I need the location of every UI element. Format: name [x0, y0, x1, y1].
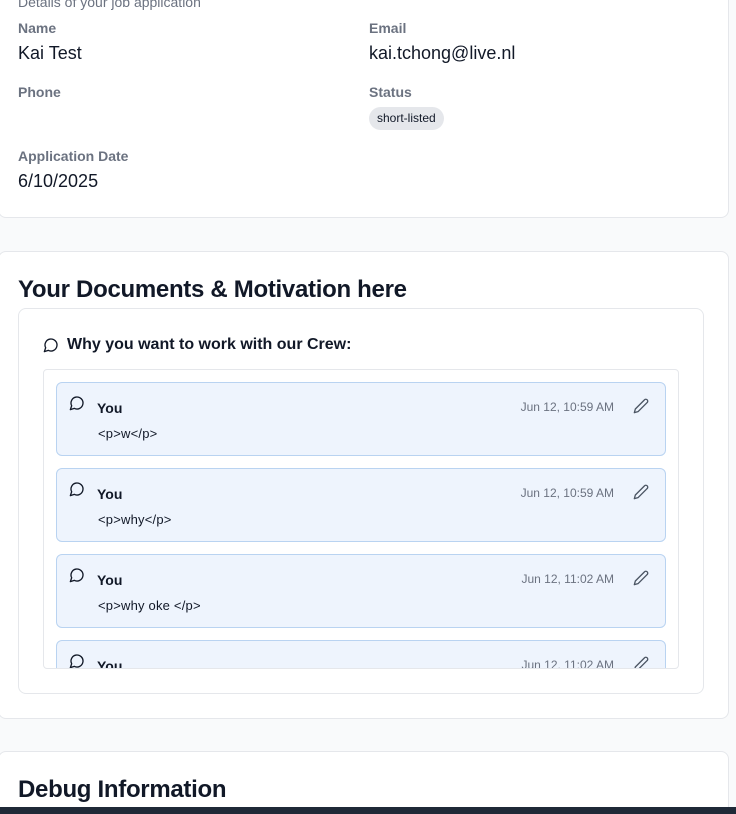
application-details-card — [0, 0, 729, 218]
comment-timestamp: Jun 12, 10:59 AM — [520, 486, 614, 500]
comment-item: You Jun 12, 11:02 AM <p>why oke </p> — [56, 554, 666, 628]
details-subtitle: Details of your job application — [18, 0, 201, 10]
message-circle-icon — [43, 337, 59, 353]
comment-item: You Jun 12, 10:59 AM <p>why</p> — [56, 468, 666, 542]
comment-body: <p>why</p> — [98, 512, 172, 527]
message-circle-icon — [69, 395, 85, 416]
message-circle-icon — [69, 567, 85, 588]
phone-label: Phone — [18, 84, 61, 100]
edit-pencil-icon[interactable] — [633, 656, 649, 668]
message-circle-icon — [69, 653, 85, 668]
status-badge: short-listed — [369, 107, 444, 130]
name-value: Kai Test — [18, 43, 82, 63]
comment-body: <p>w</p> — [98, 426, 158, 441]
edit-pencil-icon[interactable] — [633, 398, 649, 419]
comment-body: <p>why oke </p> — [98, 598, 201, 613]
comment-timestamp: Jun 12, 11:02 AM — [521, 572, 614, 586]
comment-author: You — [97, 658, 123, 669]
name-label: Name — [18, 20, 57, 36]
debug-title: Debug Information — [18, 776, 227, 803]
status-label: Status — [369, 84, 412, 100]
question-header: Why you want to work with our Crew: — [43, 336, 351, 354]
comment-item: You Jun 12, 11:02 AM — [56, 640, 666, 669]
email-label: Email — [369, 20, 407, 36]
comments-list[interactable]: You Jun 12, 10:59 AM <p>w</p> You Jun 12… — [43, 369, 679, 669]
comment-timestamp: Jun 12, 11:02 AM — [521, 658, 614, 669]
comment-timestamp: Jun 12, 10:59 AM — [520, 400, 614, 414]
message-circle-icon — [69, 481, 85, 502]
bottom-bar — [0, 807, 736, 814]
application-date-label: Application Date — [18, 148, 129, 164]
question-text: Why you want to work with our Crew: — [67, 336, 352, 353]
comment-author: You — [97, 486, 123, 502]
edit-pencil-icon[interactable] — [633, 570, 649, 591]
comment-author: You — [97, 572, 123, 588]
documents-title: Your Documents & Motivation here — [18, 276, 407, 303]
application-date-value: 6/10/2025 — [18, 171, 99, 191]
comment-item: You Jun 12, 10:59 AM <p>w</p> — [56, 382, 666, 456]
edit-pencil-icon[interactable] — [633, 484, 649, 505]
comment-author: You — [97, 400, 123, 416]
email-value: kai.tchong@live.nl — [369, 43, 516, 63]
